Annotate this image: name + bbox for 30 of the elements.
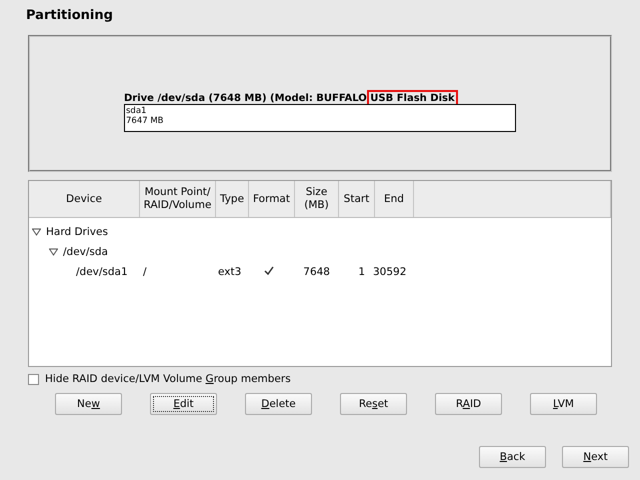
nav-button[interactable]: Back — [479, 446, 546, 468]
column-header[interactable]: End — [375, 181, 414, 217]
page-title: Partitioning — [26, 8, 114, 25]
action-button[interactable]: Edit — [150, 393, 217, 415]
mount-point-cell: / — [143, 266, 147, 278]
action-button[interactable]: Delete — [245, 393, 312, 415]
column-header[interactable]: Size (MB) — [295, 181, 339, 217]
hide-members-checkbox[interactable] — [28, 374, 39, 384]
device-cell[interactable]: Hard Drives — [46, 226, 108, 238]
nav-button[interactable]: Next — [562, 446, 629, 468]
hide-members-label[interactable]: Hide RAID device/LVM Volume Group members — [45, 373, 291, 385]
start-cell: 1 — [358, 266, 365, 278]
type-cell: ext3 — [218, 266, 242, 278]
action-button[interactable]: New — [55, 393, 122, 415]
device-cell[interactable]: /dev/sda — [63, 246, 108, 258]
column-header[interactable]: Mount Point/ RAID/Volume — [140, 181, 216, 217]
action-button[interactable]: LVM — [530, 393, 597, 415]
column-header[interactable]: Device — [29, 181, 140, 217]
end-cell: 30592 — [373, 266, 406, 278]
action-button[interactable]: Reset — [340, 393, 407, 415]
drive-heading: Drive /dev/sda (7648 MB) (Model: BUFFALO USB Flash Disk — [124, 93, 516, 104]
size-cell: 7648 — [303, 266, 330, 278]
column-header[interactable]: Type — [216, 181, 249, 217]
column-header[interactable]: Format — [249, 181, 295, 217]
action-button[interactable]: RAID — [435, 393, 502, 415]
partition-label[interactable]: sda1 7647 MB — [125, 105, 164, 131]
expander-icon[interactable] — [49, 248, 58, 256]
device-cell[interactable]: /dev/sda1 — [76, 266, 128, 278]
expander-icon[interactable] — [32, 228, 41, 236]
column-header[interactable]: Start — [339, 181, 375, 217]
